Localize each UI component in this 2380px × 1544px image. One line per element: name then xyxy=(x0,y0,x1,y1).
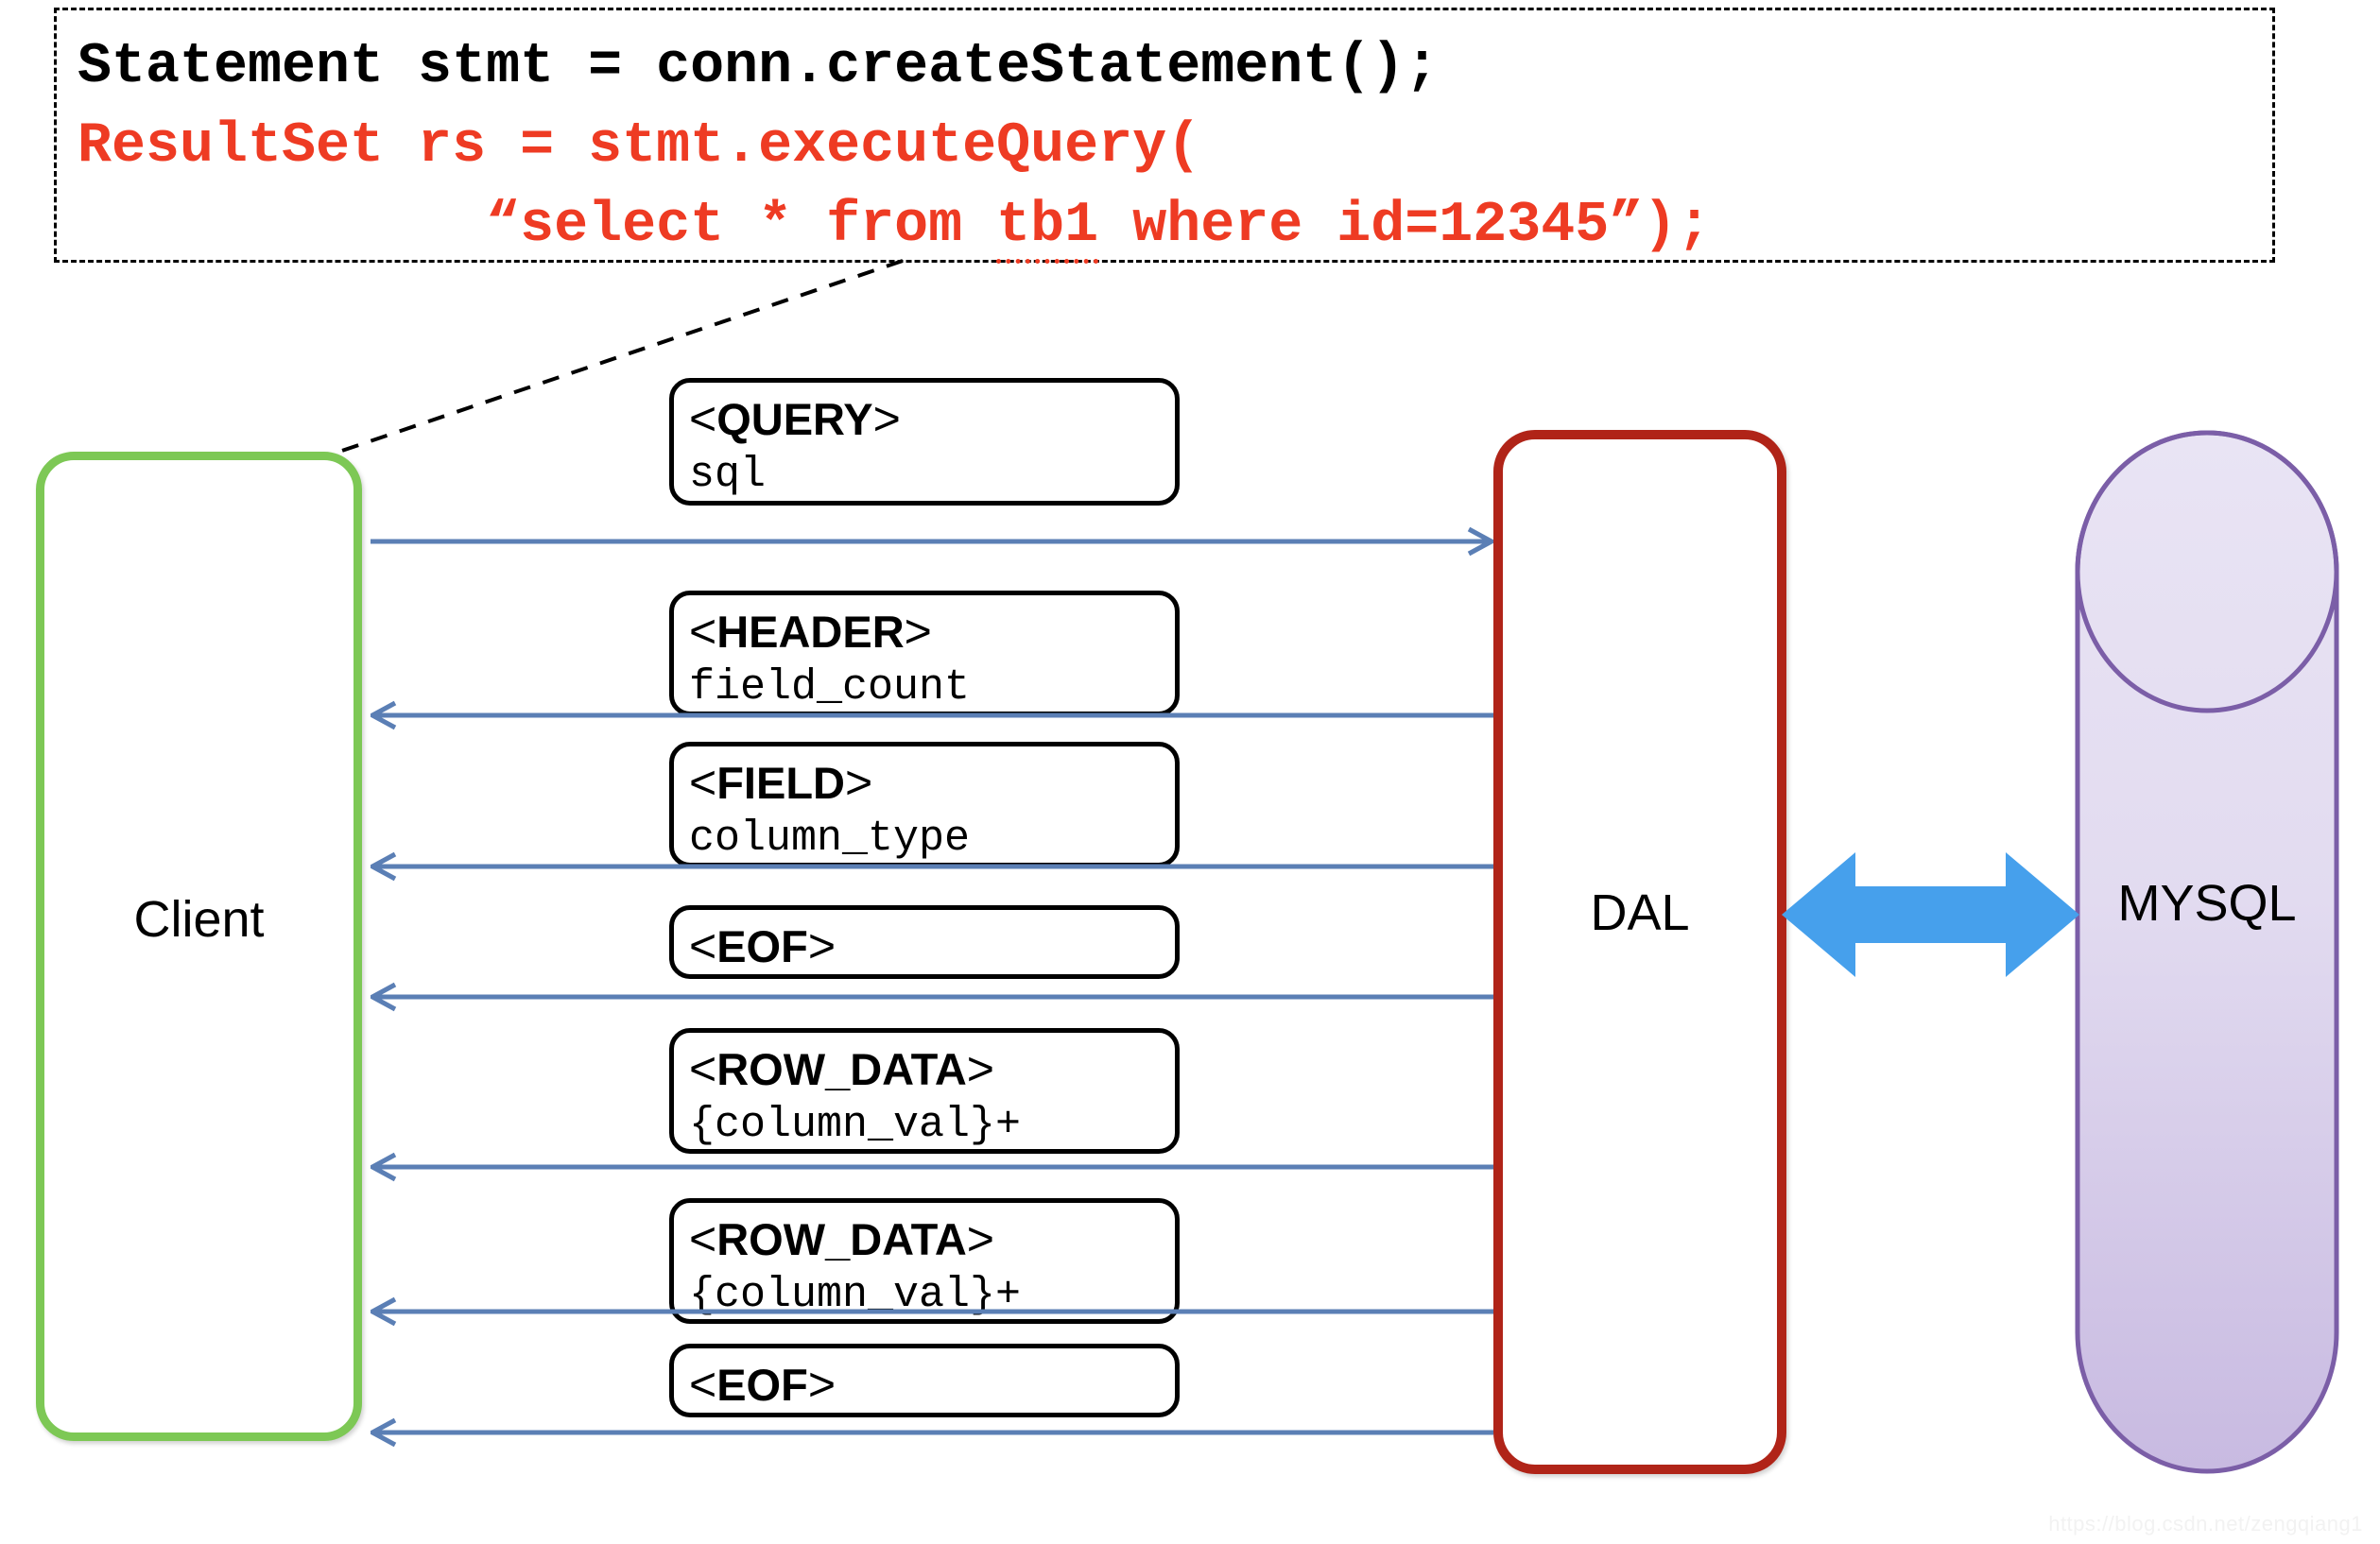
actor-mysql[interactable]: MYSQL xyxy=(2075,430,2339,1474)
angle-open-icon: < xyxy=(689,392,717,445)
diagram-canvas: Statement stmt = conn.createStatement();… xyxy=(0,0,2380,1544)
flow-arrow-field-left xyxy=(367,850,1493,883)
message-tag: <ROW_DATA> xyxy=(689,1210,1175,1268)
angle-open-icon: < xyxy=(689,919,717,972)
angle-open-icon: < xyxy=(689,756,717,809)
angle-close-icon: > xyxy=(844,756,873,809)
sql-typo-underline: tb1 xyxy=(996,194,1099,264)
flow-arrow-row-data-left xyxy=(367,1151,1493,1183)
mysql-cylinder-shape xyxy=(2075,430,2339,1474)
message-box-field: <FIELD> column_type xyxy=(669,742,1180,867)
angle-open-icon: < xyxy=(689,605,717,658)
flow-arrow-eof-left xyxy=(367,1416,1493,1449)
angle-open-icon: < xyxy=(689,1358,717,1411)
message-tag: <HEADER> xyxy=(689,603,1175,660)
message-box-row-data: <ROW_DATA> {column_val}+ xyxy=(669,1028,1180,1154)
message-tag: <FIELD> xyxy=(689,754,1175,812)
angle-close-icon: > xyxy=(807,1358,836,1411)
code-line-2: ResultSet rs = stmt.executeQuery( xyxy=(78,114,1201,179)
message-payload: sql xyxy=(689,451,767,499)
message-tag-name: QUERY xyxy=(716,394,873,444)
angle-open-icon: < xyxy=(689,1042,717,1095)
message-tag: <QUERY> xyxy=(689,390,1175,448)
flow-arrow-eof-left xyxy=(367,981,1493,1013)
actor-mysql-label: MYSQL xyxy=(2117,875,2297,932)
angle-close-icon: > xyxy=(807,919,836,972)
message-tag-name: EOF xyxy=(716,921,808,971)
angle-close-icon: > xyxy=(904,605,932,658)
message-tag: <EOF> xyxy=(689,918,1175,975)
message-tag: <ROW_DATA> xyxy=(689,1040,1175,1098)
message-box-header: <HEADER> field_count xyxy=(669,591,1180,716)
code-line-1: Statement stmt = conn.createStatement(); xyxy=(78,35,1440,99)
message-tag-name: HEADER xyxy=(716,607,905,657)
actor-client-label: Client xyxy=(133,891,265,948)
actor-dal-label: DAL xyxy=(1590,884,1690,941)
actor-dal[interactable]: DAL xyxy=(1493,430,1786,1474)
code-snippet-box: Statement stmt = conn.createStatement();… xyxy=(54,8,2275,266)
message-box-query: <QUERY> sql xyxy=(669,378,1180,506)
message-tag-name: ROW_DATA xyxy=(716,1044,967,1094)
code-line-3-before: “select * from xyxy=(486,194,997,258)
code-line-3-indent xyxy=(78,194,486,258)
message-tag-name: ROW_DATA xyxy=(716,1214,967,1264)
angle-open-icon: < xyxy=(689,1212,717,1265)
angle-close-icon: > xyxy=(966,1042,994,1095)
flow-arrow-row-data-left xyxy=(367,1295,1493,1328)
message-payload: {column_val}+ xyxy=(689,1101,1022,1149)
message-tag: <EOF> xyxy=(689,1356,1175,1414)
message-box-eof: <EOF> xyxy=(669,1344,1180,1417)
watermark-text: https://blog.csdn.net/zengqiang1 xyxy=(2048,1512,2363,1535)
message-tag-name: FIELD xyxy=(716,758,845,808)
code-line-3-after: where id=12345”); xyxy=(1098,194,1712,258)
actor-client[interactable]: Client xyxy=(36,452,362,1441)
message-box-eof: <EOF> xyxy=(669,905,1180,979)
angle-close-icon: > xyxy=(872,392,901,445)
message-tag-name: EOF xyxy=(716,1360,808,1410)
code-line-3: “select * from tb1 where id=12345”); xyxy=(78,186,2272,266)
flow-arrow-header-left xyxy=(367,699,1493,731)
dal-mysql-bidirectional-arrow-icon xyxy=(1782,849,2079,981)
flow-arrow-query-right xyxy=(371,525,1497,558)
angle-close-icon: > xyxy=(966,1212,994,1265)
